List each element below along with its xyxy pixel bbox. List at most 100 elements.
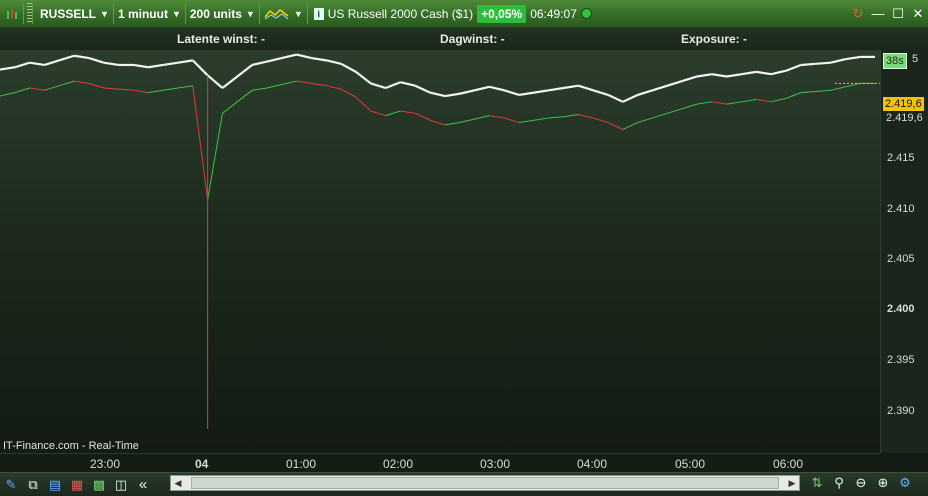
label-band-segment: [162, 61, 179, 67]
price-line-segment: [726, 101, 742, 105]
screenshot-icon[interactable]: ◫: [110, 475, 132, 495]
price-line-segment: [563, 113, 579, 118]
label-band-segment: [741, 70, 757, 76]
price-line-segment: [830, 86, 846, 91]
price-line-segment: [192, 85, 209, 200]
y-tick-price: 2.419,6: [886, 112, 923, 124]
label-band-segment: [726, 73, 742, 78]
price-line-segment: [548, 116, 564, 119]
label-band-segment: [88, 57, 105, 64]
units-selector[interactable]: 200 units ▼: [186, 3, 260, 24]
price-line-segment: [429, 119, 446, 126]
symbol-selector[interactable]: RUSSELL ▼: [36, 3, 114, 24]
latent-profit-label: Latente winst: -: [177, 32, 266, 46]
collapse-left-icon[interactable]: «: [132, 475, 154, 495]
price-line-segment: [667, 108, 683, 114]
close-icon[interactable]: ✕: [908, 4, 928, 24]
price-axis[interactable]: 5 38s 2.419,6 2.419,6 2.415 2.410 2.405 …: [880, 50, 928, 453]
label-band-segment: [370, 82, 386, 90]
label-band-segment: [58, 54, 75, 62]
zoom-in-icon[interactable]: ⊕: [872, 473, 894, 493]
drawing-tools-icon[interactable]: ✎: [0, 475, 22, 495]
price-line-segment: [682, 103, 698, 110]
label-band-segment: [711, 73, 727, 78]
price-line-segment: [29, 87, 45, 91]
scrollbar-thumb[interactable]: [191, 477, 779, 489]
price-line-segment: [518, 119, 534, 124]
timeframe-label: 1 minuut: [117, 6, 168, 21]
add-chart-icon[interactable]: ▤: [44, 475, 66, 495]
connection-status-icon: [580, 8, 592, 19]
price-line-segment: [326, 85, 342, 90]
x-tick: 23:00: [90, 457, 121, 471]
share-icon[interactable]: ⧉: [22, 475, 44, 495]
info-icon: i: [313, 7, 324, 20]
label-band-segment: [667, 80, 683, 87]
maximize-icon[interactable]: ☐: [888, 4, 908, 24]
scroll-right-icon[interactable]: ▶: [785, 476, 799, 490]
label-band-segment: [281, 53, 297, 60]
symbol-label: RUSSELL: [40, 6, 97, 21]
price-line-segment: [533, 117, 549, 121]
price-line-segment: [504, 117, 520, 124]
price-line-segment: [459, 118, 475, 124]
chart-canvas[interactable]: [0, 50, 880, 453]
label-band-segment: [326, 59, 342, 65]
price-line-segment: [622, 122, 638, 130]
chevron-down-icon: ▼: [245, 8, 255, 19]
label-band-segment: [518, 91, 535, 96]
price-line-segment: [103, 87, 119, 90]
label-band-segment: [103, 61, 119, 67]
price-line-segment: [163, 87, 179, 91]
price-line-segment: [340, 88, 357, 98]
objects-icon[interactable]: ▩: [88, 475, 110, 495]
chart-style-selector[interactable]: ▼: [260, 3, 308, 24]
price-line-segment: [133, 89, 149, 94]
settings-icon[interactable]: ⚙: [894, 473, 916, 493]
label-band-segment: [756, 70, 772, 76]
price-line-segment: [741, 99, 757, 103]
label-band-segment: [770, 69, 787, 76]
indicators-icon[interactable]: ▦: [66, 475, 88, 495]
price-line-segment: [88, 82, 104, 89]
label-band-segment: [192, 59, 209, 77]
price-line-segment: [474, 115, 490, 120]
price-line-segment: [400, 110, 416, 114]
auto-scale-icon[interactable]: ⇅: [806, 473, 828, 493]
label-band-segment: [622, 93, 639, 103]
label-band-segment: [14, 61, 30, 69]
zoom-out-icon[interactable]: ⊖: [850, 473, 872, 493]
label-band-segment: [592, 89, 609, 96]
label-band-segment: [266, 56, 283, 63]
chevron-down-icon: ▼: [100, 8, 109, 19]
label-band-segment: [0, 66, 15, 71]
refresh-icon[interactable]: ↻: [848, 4, 868, 24]
label-band-segment: [444, 92, 460, 98]
price-chart[interactable]: [0, 50, 880, 453]
label-band-segment: [414, 84, 431, 94]
instrument-name: US Russell 2000 Cash ($1): [327, 6, 474, 21]
price-line-segment: [652, 112, 668, 119]
minimize-icon[interactable]: —: [868, 4, 888, 24]
y-tick: 2.415: [887, 152, 915, 164]
time-axis[interactable]: 23:00 04 01:00 02:00 03:00 04:00 05:00 0…: [0, 453, 880, 473]
price-line-segment: [845, 82, 861, 88]
label-band-segment: [296, 53, 312, 60]
label-band-segment: [533, 89, 549, 94]
instrument-info-button[interactable]: i: [308, 3, 326, 24]
label-band-segment: [73, 54, 90, 60]
time-scrollbar[interactable]: ◀ ▶: [170, 475, 800, 491]
timeframe-selector[interactable]: 1 minuut ▼: [114, 3, 186, 24]
y-tick: 2.405: [887, 253, 915, 265]
price-line-segment: [771, 97, 787, 103]
chart-settings-icon[interactable]: [0, 3, 24, 24]
scroll-left-icon[interactable]: ◀: [171, 476, 185, 490]
label-band-segment: [548, 86, 564, 92]
price-line-segment: [222, 101, 238, 114]
change-badge: +0,05%: [477, 4, 527, 23]
exposure-label: Exposure: -: [681, 32, 748, 46]
zoom-area-icon[interactable]: ⚲: [828, 473, 850, 493]
x-tick: 01:00: [286, 457, 317, 471]
chevron-down-icon: ▼: [171, 8, 181, 19]
label-band-segment: [845, 55, 861, 61]
